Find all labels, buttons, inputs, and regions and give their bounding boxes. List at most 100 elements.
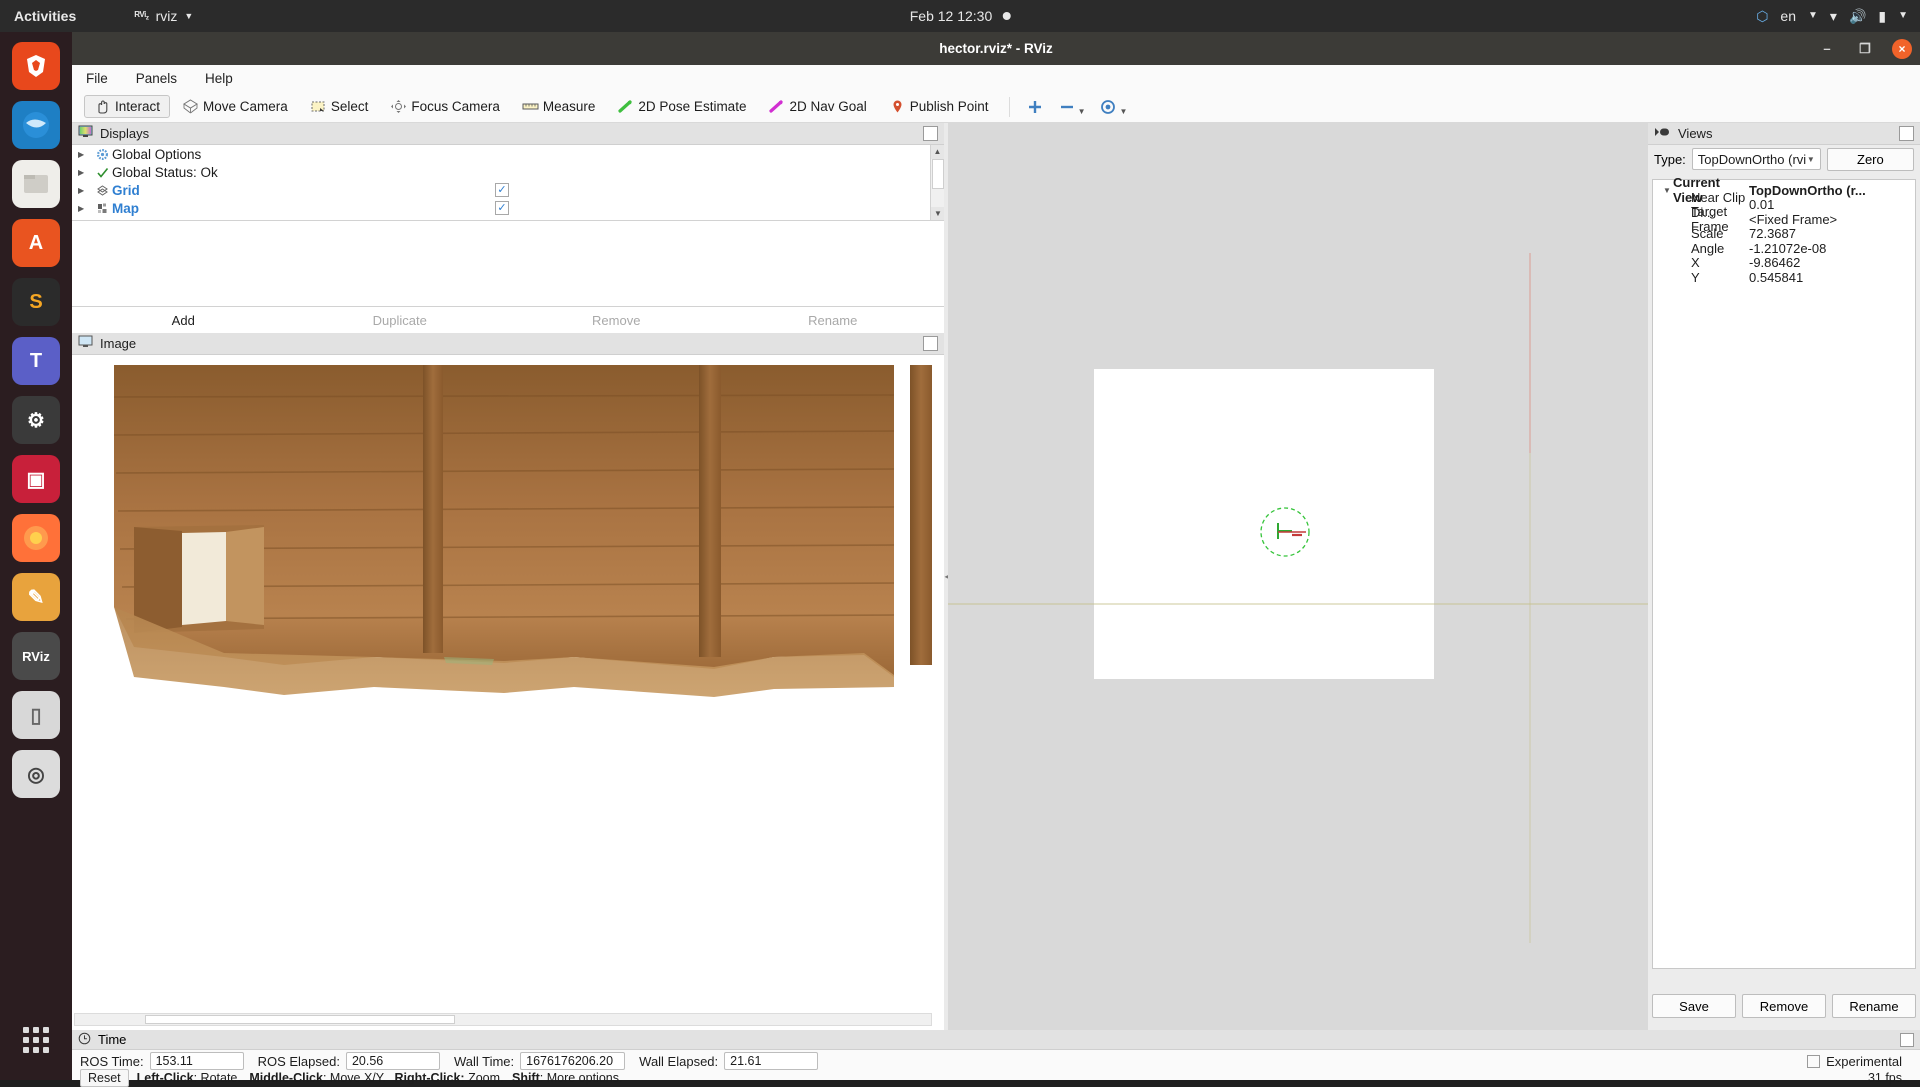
remove-view-button[interactable]: Remove bbox=[1742, 994, 1826, 1018]
tree-row-grid[interactable]: ▶ Grid ✓ bbox=[72, 181, 944, 199]
property-value[interactable]: 0.545841 bbox=[1749, 270, 1803, 285]
expand-arrow-icon[interactable]: ▶ bbox=[78, 168, 92, 177]
language-indicator[interactable]: en bbox=[1780, 9, 1796, 23]
dock-item-file-manager[interactable] bbox=[12, 160, 60, 208]
experimental-checkbox[interactable] bbox=[1807, 1054, 1821, 1068]
tool-interact[interactable]: Interact bbox=[84, 95, 171, 118]
activities-button[interactable]: Activities bbox=[14, 8, 76, 24]
views-property-row[interactable]: Target Frame <Fixed Frame> bbox=[1653, 204, 1915, 234]
system-tray[interactable]: ⬡ en ▼ ▾ 🔊 ▮ ▼ bbox=[1756, 9, 1908, 23]
dock-item-screenshot-tool[interactable]: ◎ bbox=[12, 750, 60, 798]
ros-elapsed-input[interactable]: 20.56 bbox=[345, 1052, 440, 1070]
tool-move-camera[interactable]: Move Camera bbox=[172, 95, 298, 118]
property-value[interactable]: 72.3687 bbox=[1749, 226, 1796, 241]
maximize-button[interactable]: ❐ bbox=[1854, 38, 1876, 60]
tree-checkbox-map[interactable]: ✓ bbox=[495, 201, 509, 215]
zero-button[interactable]: Zero bbox=[1826, 147, 1914, 171]
tree-row-map[interactable]: ▶ Map ✓ bbox=[72, 199, 944, 217]
views-property-row[interactable]: X -9.86462 bbox=[1653, 255, 1915, 270]
image-horizontal-scrollbar[interactable] bbox=[74, 1013, 932, 1026]
experimental-toggle[interactable]: Experimental bbox=[1807, 1054, 1912, 1069]
remove-tool-button[interactable]: ▼ bbox=[1052, 96, 1092, 118]
dock-item-document-viewer[interactable]: ▯ bbox=[12, 691, 60, 739]
experimental-label: Experimental bbox=[1826, 1053, 1902, 1069]
dock-item-microsoft-teams[interactable]: T bbox=[12, 337, 60, 385]
camera-image-view[interactable] bbox=[74, 357, 932, 1007]
tree-row-global-status[interactable]: ▶ Global Status: Ok bbox=[72, 163, 944, 181]
tool-focus-camera[interactable]: Focus Camera bbox=[380, 95, 510, 118]
dock-item-sublime-text[interactable]: S bbox=[12, 278, 60, 326]
image-float-button[interactable] bbox=[923, 336, 938, 351]
dock-item-firefox[interactable] bbox=[12, 514, 60, 562]
add-display-button[interactable]: Add bbox=[76, 310, 291, 331]
expand-arrow-icon[interactable]: ▶ bbox=[78, 150, 92, 159]
dock-item-text-editor[interactable]: ✎ bbox=[12, 573, 60, 621]
workspace: Displays ▶ Global Options ▶ Global Statu… bbox=[72, 123, 1920, 1030]
views-property-row[interactable]: Scale 72.3687 bbox=[1653, 226, 1915, 242]
tool-2d-pose-estimate[interactable]: 2D Pose Estimate bbox=[607, 95, 756, 118]
scroll-down-icon[interactable]: ▼ bbox=[931, 207, 944, 220]
time-panel-title: Time bbox=[98, 1032, 127, 1047]
property-value[interactable]: -1.21072e-08 bbox=[1749, 241, 1826, 256]
expand-arrow-icon[interactable]: ▶ bbox=[78, 186, 92, 195]
displays-float-button[interactable] bbox=[923, 126, 938, 141]
wall-elapsed-input[interactable]: 21.61 bbox=[724, 1052, 819, 1070]
tool-select[interactable]: Select bbox=[300, 95, 379, 118]
views-float-button[interactable] bbox=[1899, 126, 1914, 141]
3d-render-view[interactable] bbox=[948, 123, 1648, 1030]
image-panel-title: Image bbox=[100, 336, 137, 351]
close-button[interactable]: × bbox=[1892, 38, 1912, 59]
menu-help[interactable]: Help bbox=[201, 69, 237, 88]
views-current-view-row[interactable]: ▼ Current View TopDownOrtho (r... bbox=[1653, 175, 1915, 205]
dock-item-rviz[interactable]: RViz bbox=[12, 632, 60, 680]
collapse-arrow-icon[interactable]: ▼ bbox=[1663, 186, 1671, 195]
status-bar: Reset Left-Click: Rotate. Middle-Click: … bbox=[72, 1069, 1920, 1087]
rename-display-button[interactable]: Rename bbox=[726, 310, 941, 331]
property-value[interactable]: <Fixed Frame> bbox=[1749, 212, 1837, 227]
dock-item-pycharm[interactable]: ▣ bbox=[12, 455, 60, 503]
scrollbar-thumb[interactable] bbox=[932, 159, 944, 189]
app-menu-button[interactable]: RViz rviz ▼ bbox=[134, 8, 193, 24]
reset-button[interactable]: Reset bbox=[80, 1069, 129, 1087]
wall-time-input[interactable]: 1676176206.20 bbox=[520, 1052, 626, 1070]
scroll-up-icon[interactable]: ▲ bbox=[931, 145, 944, 159]
dock-item-settings[interactable]: ⚙ bbox=[12, 396, 60, 444]
tree-checkbox-grid[interactable]: ✓ bbox=[495, 183, 509, 197]
save-view-button[interactable]: Save bbox=[1652, 994, 1736, 1018]
clock-button[interactable]: Feb 12 12:30 bbox=[910, 8, 1011, 24]
duplicate-display-button[interactable]: Duplicate bbox=[293, 310, 508, 331]
show-applications-icon[interactable] bbox=[12, 1016, 60, 1064]
dock-item-brave-browser[interactable] bbox=[12, 42, 60, 90]
property-key: Scale bbox=[1691, 226, 1724, 242]
dock-item-web-browser[interactable] bbox=[12, 101, 60, 149]
menu-panels[interactable]: Panels bbox=[132, 69, 181, 88]
displays-tree[interactable]: ▶ Global Options ▶ Global Status: Ok ▶ G… bbox=[72, 145, 944, 221]
scrollbar-thumb[interactable] bbox=[145, 1015, 455, 1024]
tool-measure[interactable]: Measure bbox=[512, 95, 606, 118]
expand-arrow-icon[interactable]: ▶ bbox=[78, 204, 92, 213]
property-value[interactable]: 0.01 bbox=[1749, 197, 1774, 212]
views-panel-title: Views bbox=[1678, 126, 1713, 141]
wifi-icon: ▾ bbox=[1829, 8, 1837, 24]
rename-view-button[interactable]: Rename bbox=[1832, 994, 1916, 1018]
add-tool-button[interactable] bbox=[1020, 96, 1050, 118]
tree-row-global-options[interactable]: ▶ Global Options bbox=[72, 145, 944, 163]
menu-file[interactable]: File bbox=[82, 69, 112, 88]
tool-2d-nav-goal[interactable]: 2D Nav Goal bbox=[758, 95, 876, 118]
minimize-button[interactable]: – bbox=[1816, 38, 1838, 60]
property-value[interactable]: -9.86462 bbox=[1749, 255, 1800, 270]
displays-monitor-icon bbox=[78, 125, 93, 142]
tool-select-label: Select bbox=[330, 99, 369, 114]
view-type-dropdown[interactable]: TopDownOrtho (rvi ▼ bbox=[1691, 148, 1821, 170]
rviz-mini-icon: RViz bbox=[134, 10, 149, 22]
tool-publish-point[interactable]: Publish Point bbox=[879, 95, 999, 118]
time-float-button[interactable] bbox=[1900, 1032, 1914, 1047]
ros-time-input[interactable]: 153.11 bbox=[149, 1052, 244, 1070]
dock-item-ubuntu-software[interactable]: A bbox=[12, 219, 60, 267]
remove-display-button[interactable]: Remove bbox=[509, 310, 724, 331]
tool-properties-button[interactable]: ▼ bbox=[1093, 96, 1133, 118]
views-property-row[interactable]: Y 0.545841 bbox=[1653, 270, 1915, 285]
displays-tree-scrollbar[interactable]: ▲ ▼ bbox=[930, 145, 944, 220]
views-property-row[interactable]: Angle -1.21072e-08 bbox=[1653, 241, 1915, 256]
views-property-tree[interactable]: ▼ Current View TopDownOrtho (r... Near C… bbox=[1652, 175, 1916, 969]
